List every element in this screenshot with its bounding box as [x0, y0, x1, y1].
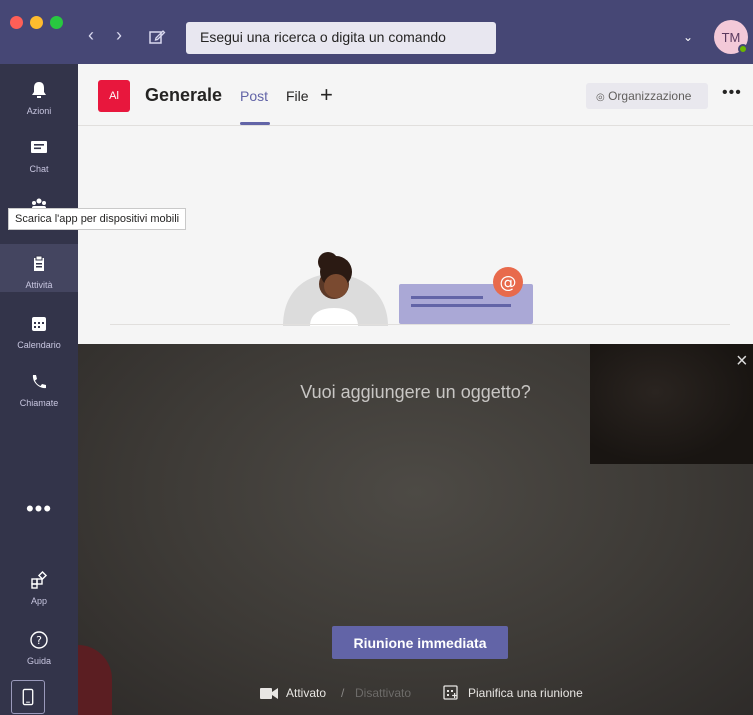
rail-item-guida[interactable]: ? Guida	[0, 620, 78, 676]
rail-item-chat[interactable]: Chat	[0, 128, 78, 184]
mobile-app-tooltip: Scarica l'app per dispositivi mobili	[8, 208, 187, 230]
presence-available-icon	[738, 44, 748, 54]
meeting-subject-input[interactable]: Vuoi aggiungere un oggetto?	[78, 382, 753, 403]
rail-item-label: Chat	[29, 164, 49, 174]
tab-file[interactable]: File	[286, 88, 309, 104]
meet-now-button[interactable]: Riunione immediata	[332, 626, 508, 659]
rail-item-label: Guida	[26, 656, 52, 666]
more-options-button[interactable]: •••	[722, 84, 742, 102]
chevron-down-icon[interactable]: ⌄	[683, 30, 693, 44]
mobile-device-icon	[22, 688, 34, 706]
camera-on-option[interactable]: Attivato	[286, 686, 326, 700]
chat-icon	[31, 141, 47, 153]
assignments-icon	[34, 255, 44, 271]
add-tab-button[interactable]: +	[320, 82, 333, 108]
svg-text:@: @	[500, 273, 517, 293]
app-bar: Azioni Chat Attività Calendario Chiamate…	[0, 64, 78, 715]
title-bar: ‹ › Esegui una ricerca o digita un coman…	[0, 0, 753, 64]
bell-icon	[32, 82, 46, 98]
teams-window: ‹ › Esegui una ricerca o digita un coman…	[0, 0, 753, 715]
camera-preview-background	[590, 344, 753, 464]
apps-icon	[31, 570, 48, 589]
rail-item-label: Azioni	[26, 106, 52, 116]
minimize-window-button[interactable]	[30, 16, 43, 29]
calendar-icon	[32, 317, 46, 331]
rail-item-label: Chiamate	[19, 398, 59, 408]
organization-label: Organizzazione	[608, 89, 692, 103]
rail-item-calendario[interactable]: Calendario	[0, 304, 78, 360]
schedule-meeting-icon[interactable]	[443, 684, 459, 700]
channel-title: Generale	[145, 85, 223, 105]
rail-item-label: Calendario	[17, 340, 61, 350]
compose-icon[interactable]	[148, 28, 166, 46]
forward-icon[interactable]: ›	[116, 26, 122, 44]
rail-item-app[interactable]: App	[0, 560, 78, 616]
divider	[110, 324, 730, 325]
download-mobile-app-button[interactable]	[11, 680, 45, 714]
team-avatar: Al	[98, 80, 130, 112]
eye-icon: ◎	[596, 92, 605, 103]
camera-separator: /	[341, 686, 345, 700]
back-icon[interactable]: ‹	[88, 26, 94, 44]
rail-item-label: App	[30, 596, 47, 606]
svg-text:?: ?	[36, 634, 42, 647]
video-camera-icon[interactable]	[260, 688, 278, 699]
schedule-meeting-button[interactable]: Pianifica una riunione	[468, 686, 583, 700]
tab-post[interactable]: Post	[240, 88, 268, 104]
rail-item-azioni[interactable]: Azioni	[0, 70, 78, 126]
rail-item-label: Attività	[25, 280, 53, 290]
welcome-illustration: @	[283, 252, 533, 326]
zoom-window-button[interactable]	[50, 16, 63, 29]
rail-item-chiamate[interactable]: Chiamate	[0, 362, 78, 418]
active-tab-indicator	[240, 122, 270, 125]
phone-icon	[32, 375, 46, 389]
help-icon: ?	[30, 631, 48, 649]
search-input[interactable]: Esegui una ricerca o digita un comando	[186, 22, 496, 54]
close-window-button[interactable]	[10, 16, 23, 29]
more-apps-icon[interactable]: •••	[0, 496, 78, 522]
camera-off-option[interactable]: Disattivato	[355, 686, 411, 700]
close-icon[interactable]: ×	[736, 350, 748, 373]
organization-button[interactable]: ◎ Organizzazione	[586, 83, 708, 109]
rail-item-attivita[interactable]: Attività	[0, 244, 78, 300]
